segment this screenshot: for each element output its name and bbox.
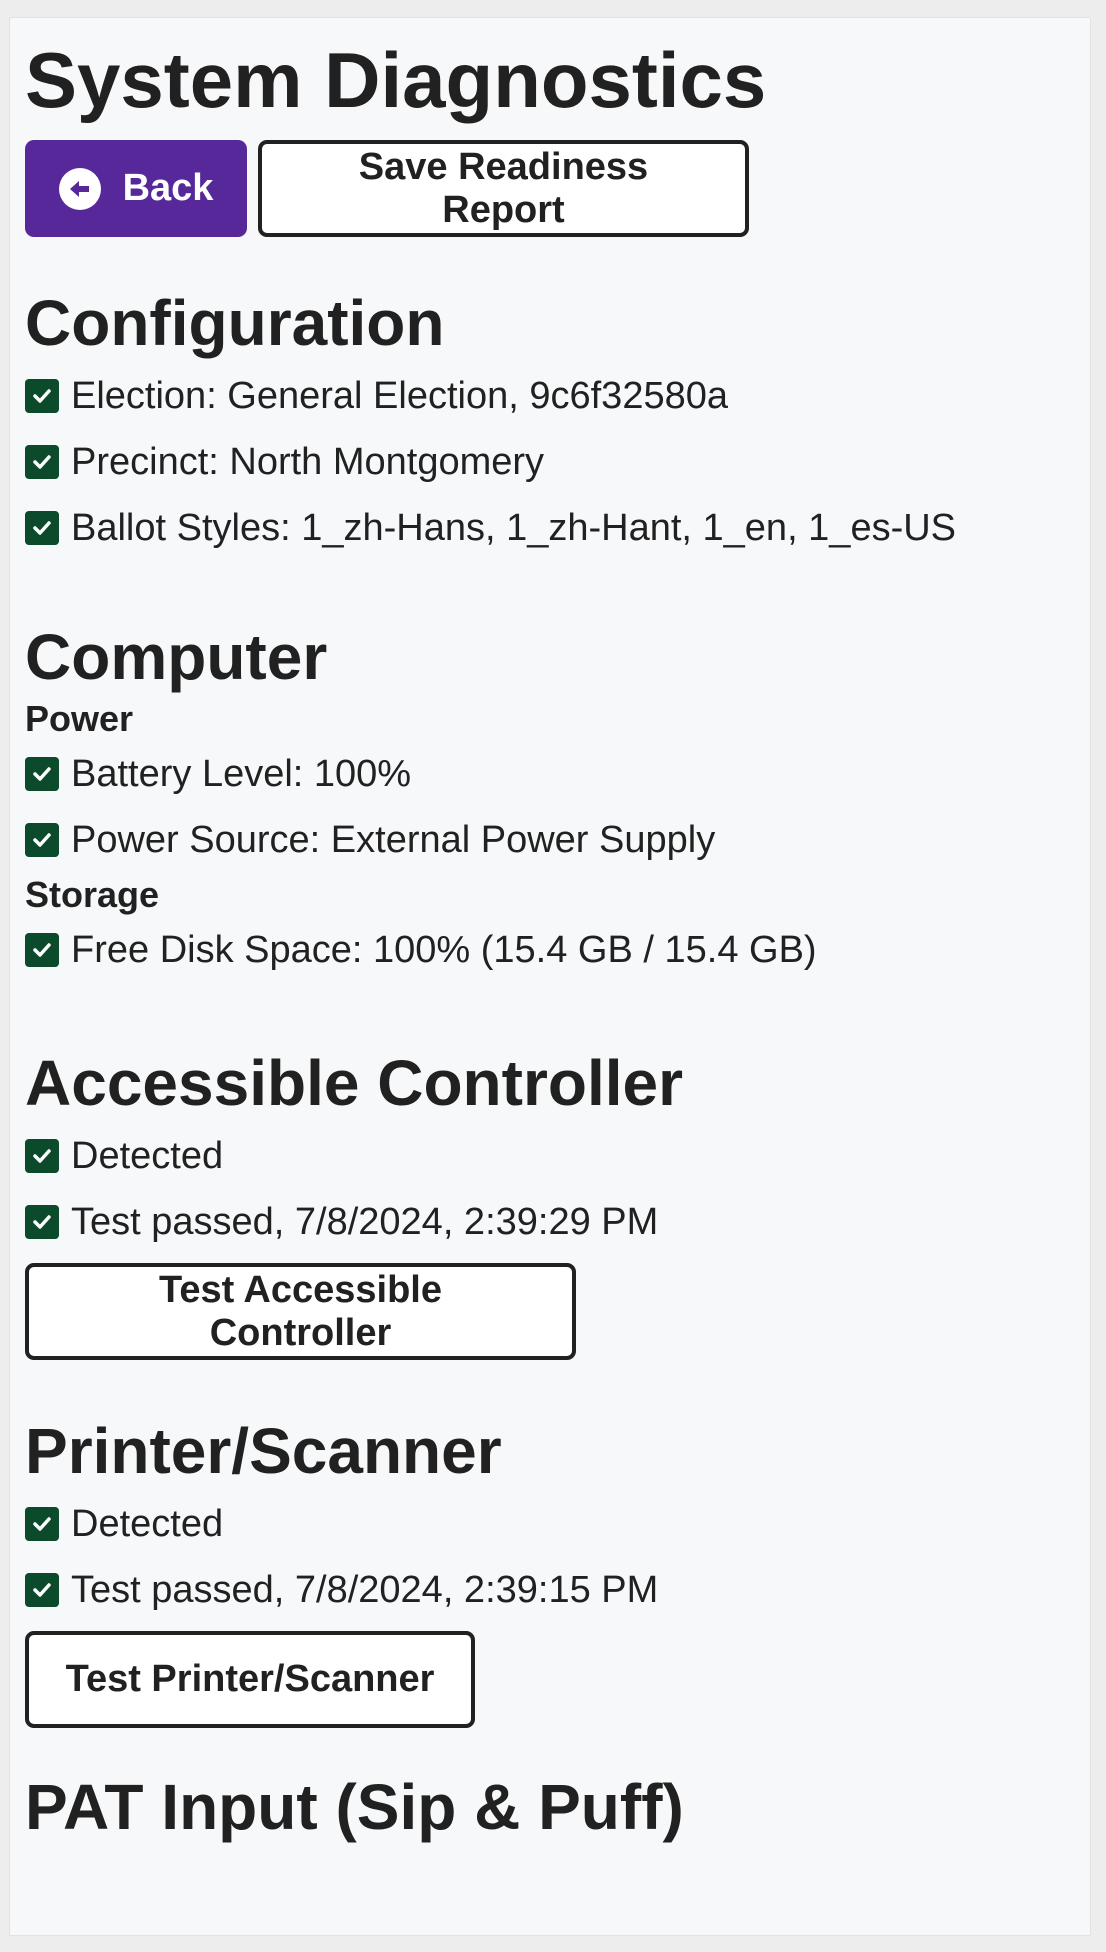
configuration-item-precinct: Precinct: North Montgomery [25, 429, 1075, 495]
checkbox-check-icon [25, 445, 59, 479]
configuration-item-label: Precinct: North Montgomery [71, 440, 545, 483]
configuration-item-label: Ballot Styles: 1_zh-Hans, 1_zh-Hant, 1_e… [71, 506, 957, 549]
printer-item-detected: Detected [25, 1491, 1075, 1557]
computer-section: Computer Power Battery Level: 100% Power… [25, 617, 1075, 983]
checkbox-check-icon [25, 933, 59, 967]
toolbar: Back Save Readiness Report [25, 140, 1075, 237]
accessible-controller-section: Accessible Controller Detected Test pass… [25, 1043, 1075, 1360]
pat-input-title: PAT Input (Sip & Puff) [25, 1771, 684, 1843]
accessible-controller-title: Accessible Controller [25, 1047, 683, 1119]
power-item-label: Battery Level: 100% [71, 752, 412, 795]
power-item-battery-level: Battery Level: 100% [25, 741, 1075, 807]
pat-input-section: PAT Input (Sip & Puff) [25, 1767, 1075, 1847]
checkbox-check-icon [25, 511, 59, 545]
back-button-label: Back [122, 167, 214, 209]
checkbox-check-icon [25, 1507, 59, 1541]
power-item-power-source: Power Source: External Power Supply [25, 807, 1075, 873]
diagnostics-content: System Diagnostics Back Save Readiness R… [25, 32, 1075, 1847]
printer-item-test-passed: Test passed, 7/8/2024, 2:39:15 PM [25, 1557, 1075, 1623]
checkbox-check-icon [25, 1573, 59, 1607]
configuration-item-election: Election: General Election, 9c6f32580a [25, 363, 1075, 429]
test-printer-scanner-button[interactable]: Test Printer/Scanner [25, 1631, 475, 1728]
printer-scanner-title: Printer/Scanner [25, 1415, 502, 1487]
checkbox-check-icon [25, 823, 59, 857]
configuration-section: Configuration Election: General Election… [25, 283, 1075, 561]
storage-item-free-disk-space: Free Disk Space: 100% (15.4 GB / 15.4 GB… [25, 917, 1075, 983]
computer-title: Computer [25, 621, 328, 693]
save-readiness-report-button[interactable]: Save Readiness Report [258, 140, 749, 237]
configuration-title: Configuration [25, 287, 445, 359]
configuration-item-ballot-styles: Ballot Styles: 1_zh-Hans, 1_zh-Hant, 1_e… [25, 495, 1075, 561]
checkbox-check-icon [25, 757, 59, 791]
controller-item-label: Test passed, 7/8/2024, 2:39:29 PM [71, 1200, 659, 1243]
app-window: System Diagnostics Back Save Readiness R… [9, 17, 1091, 1936]
power-item-label: Power Source: External Power Supply [71, 818, 716, 861]
printer-item-label: Detected [71, 1502, 224, 1545]
power-subtitle: Power [25, 698, 134, 739]
checkbox-check-icon [25, 1139, 59, 1173]
configuration-item-label: Election: General Election, 9c6f32580a [71, 374, 728, 417]
page-title: System Diagnostics [25, 36, 767, 124]
checkbox-check-icon [25, 1205, 59, 1239]
printer-item-label: Test passed, 7/8/2024, 2:39:15 PM [71, 1568, 659, 1611]
storage-item-label: Free Disk Space: 100% (15.4 GB / 15.4 GB… [71, 928, 817, 971]
controller-item-detected: Detected [25, 1123, 1075, 1189]
test-accessible-controller-button[interactable]: Test Accessible Controller [25, 1263, 576, 1360]
circle-arrow-left-icon [58, 167, 101, 210]
storage-subtitle: Storage [25, 874, 160, 915]
controller-item-label: Detected [71, 1134, 224, 1177]
back-button[interactable]: Back [25, 140, 247, 237]
checkbox-check-icon [25, 379, 59, 413]
controller-item-test-passed: Test passed, 7/8/2024, 2:39:29 PM [25, 1189, 1075, 1255]
printer-scanner-section: Printer/Scanner Detected Test passed, 7/… [25, 1411, 1075, 1728]
